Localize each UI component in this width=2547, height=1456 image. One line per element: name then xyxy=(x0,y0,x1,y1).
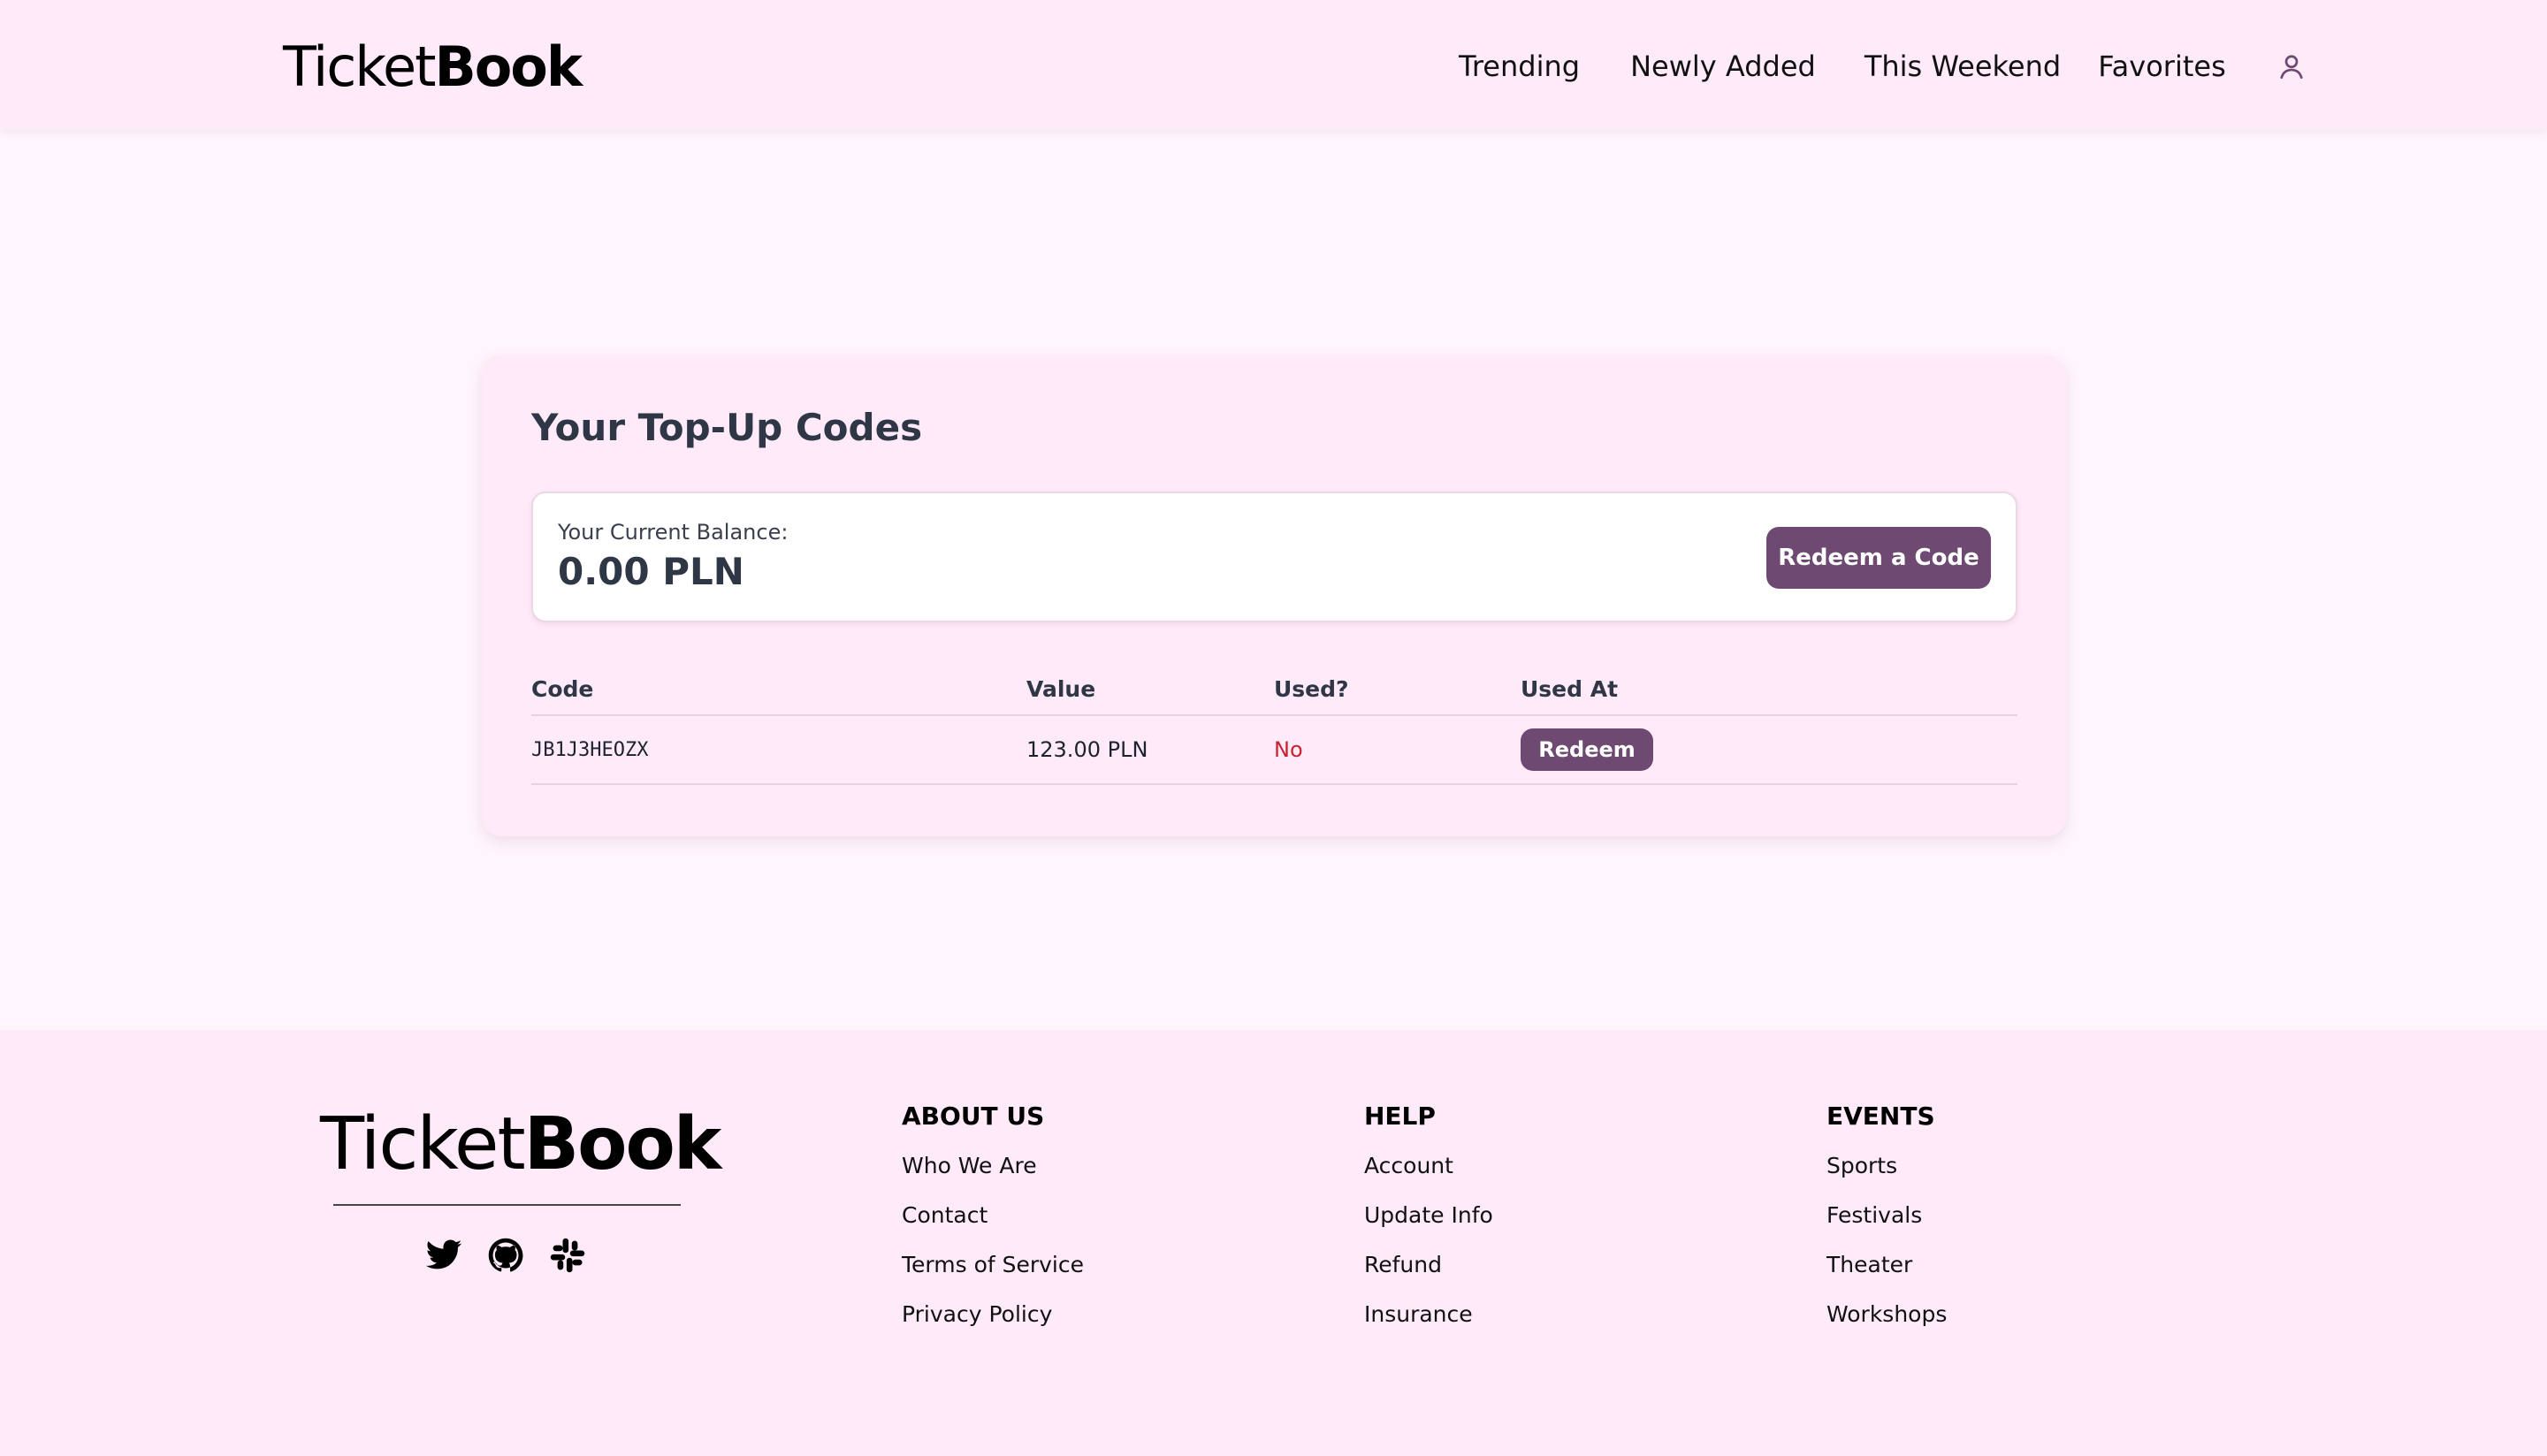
codes-table: Code Value Used? Used At JB1J3HEOZX 123.… xyxy=(531,666,2017,785)
nav-newly-added[interactable]: Newly Added xyxy=(1630,46,1816,87)
footer-link-refund[interactable]: Refund xyxy=(1364,1247,1493,1297)
slack-icon[interactable] xyxy=(548,1236,587,1275)
main-nav: Trending Newly Added This Weekend Favori… xyxy=(1459,46,2307,87)
column-header-value: Value xyxy=(1026,676,1096,702)
footer-heading-help: HELP xyxy=(1364,1102,1436,1131)
footer-link-sports[interactable]: Sports xyxy=(1826,1148,1947,1198)
footer-heading-events: EVENTS xyxy=(1826,1102,1935,1131)
balance-panel: Your Current Balance: 0.00 PLN Redeem a … xyxy=(531,492,2017,622)
nav-this-weekend[interactable]: This Weekend xyxy=(1864,46,2061,87)
redeem-button[interactable]: Redeem xyxy=(1521,728,1653,771)
footer-logo[interactable]: TicketBook xyxy=(320,1096,722,1193)
github-icon[interactable] xyxy=(486,1236,525,1275)
footer-link-privacy[interactable]: Privacy Policy xyxy=(902,1297,1084,1346)
column-header-code: Code xyxy=(531,676,594,702)
column-header-used-at: Used At xyxy=(1521,676,1619,702)
table-header: Code Value Used? Used At xyxy=(531,666,2017,716)
footer-heading-about: ABOUT US xyxy=(902,1102,1045,1131)
nav-trending[interactable]: Trending xyxy=(1459,46,1580,87)
footer-link-insurance[interactable]: Insurance xyxy=(1364,1297,1493,1346)
footer-link-account[interactable]: Account xyxy=(1364,1148,1493,1198)
code-cell: JB1J3HEOZX xyxy=(531,739,649,761)
value-cell: 123.00 PLN xyxy=(1026,737,1148,762)
header-logo-light: Ticket xyxy=(283,34,436,99)
user-icon[interactable] xyxy=(2276,50,2307,82)
topup-codes-card: Your Top-Up Codes Your Current Balance: … xyxy=(482,354,2066,836)
footer-link-theater[interactable]: Theater xyxy=(1826,1247,1947,1297)
footer-link-who-we-are[interactable]: Who We Are xyxy=(902,1148,1084,1198)
nav-favorites[interactable]: Favorites xyxy=(2098,46,2226,87)
footer-divider xyxy=(333,1204,681,1206)
column-header-used: Used? xyxy=(1274,676,1349,702)
top-header: TicketBook Trending Newly Added This Wee… xyxy=(0,0,2547,130)
header-logo[interactable]: TicketBook xyxy=(283,32,583,103)
footer-logo-light: Ticket xyxy=(320,1102,526,1186)
footer-link-update-info[interactable]: Update Info xyxy=(1364,1198,1493,1247)
twitter-icon[interactable] xyxy=(424,1236,463,1275)
footer-link-contact[interactable]: Contact xyxy=(902,1198,1084,1247)
used-cell: No xyxy=(1274,737,1303,762)
footer-link-terms[interactable]: Terms of Service xyxy=(902,1247,1084,1297)
footer-column-events: EVENTS Sports Festivals Theater Workshop… xyxy=(1826,1099,1947,1346)
balance-value: 0.00 PLN xyxy=(558,550,744,593)
footer-link-festivals[interactable]: Festivals xyxy=(1826,1198,1947,1247)
site-footer: TicketBook ABOUT US Who We Are Contact T… xyxy=(0,1030,2547,1456)
footer-link-workshops[interactable]: Workshops xyxy=(1826,1297,1947,1346)
social-links xyxy=(424,1236,587,1275)
redeem-a-code-button[interactable]: Redeem a Code xyxy=(1766,527,1991,589)
footer-logo-bold: Book xyxy=(523,1102,722,1186)
balance-label: Your Current Balance: xyxy=(558,520,789,545)
footer-column-help: HELP Account Update Info Refund Insuranc… xyxy=(1364,1099,1493,1346)
footer-column-about: ABOUT US Who We Are Contact Terms of Ser… xyxy=(902,1099,1084,1346)
header-logo-bold: Book xyxy=(434,34,583,99)
page-title: Your Top-Up Codes xyxy=(531,406,923,449)
table-row: JB1J3HEOZX 123.00 PLN No Redeem xyxy=(531,716,2017,785)
